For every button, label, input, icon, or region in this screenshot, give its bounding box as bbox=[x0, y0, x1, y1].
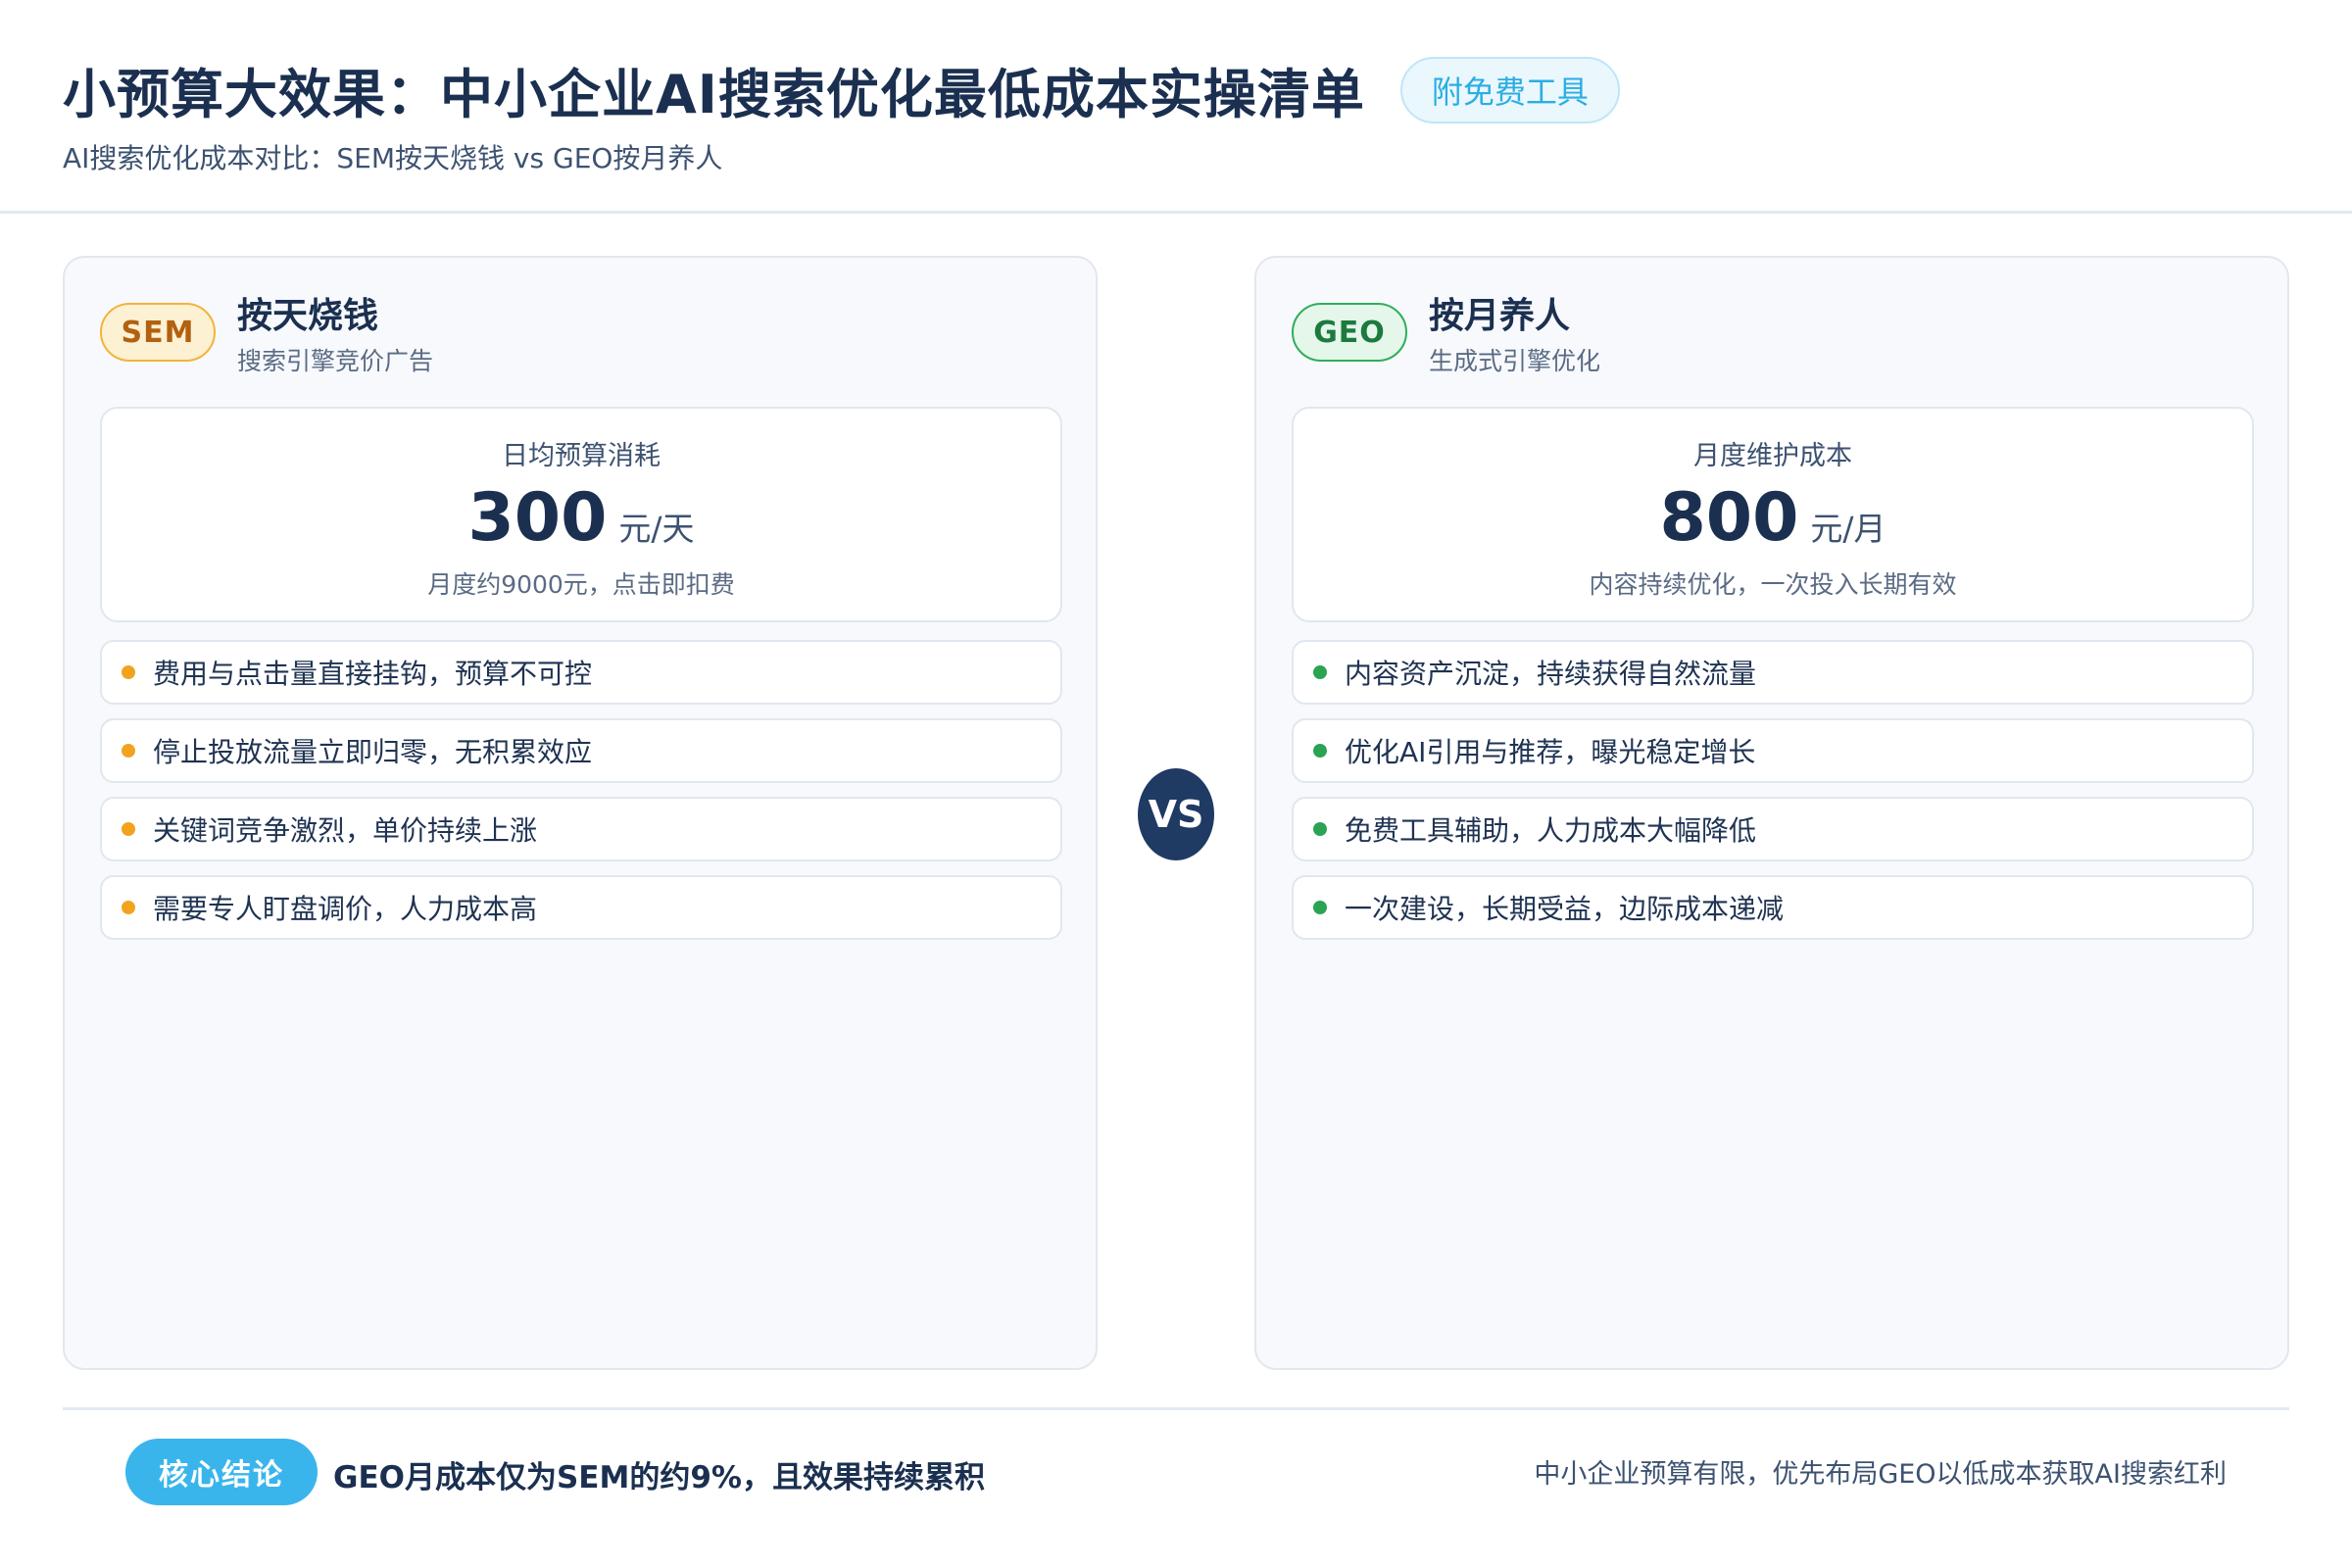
sem-item-list: 费用与点击量直接挂钩，预算不可控 停止投放流量立即归零，无积累效应 关键词竞争激… bbox=[100, 640, 1062, 954]
list-item-text: 关键词竞争激烈，单价持续上涨 bbox=[153, 814, 538, 847]
list-item-text: 免费工具辅助，人力成本大幅降低 bbox=[1345, 814, 1757, 847]
bullet-dot-icon bbox=[122, 822, 135, 836]
list-item: 关键词竞争激烈，单价持续上涨 bbox=[100, 797, 1062, 861]
geo-cost-note: 内容持续优化，一次投入长期有效 bbox=[1589, 570, 1957, 599]
list-item-text: 需要专人盯盘调价，人力成本高 bbox=[153, 893, 538, 925]
sem-cost-note: 月度约9000元，点击即扣费 bbox=[427, 570, 735, 599]
sem-cost-row: 300 元/天 bbox=[102, 479, 1060, 557]
conclusion-badge: 核心结论 bbox=[125, 1439, 318, 1505]
header: 小预算大效果：中小企业AI搜索优化最低成本实操清单 附免费工具 AI搜索优化成本… bbox=[0, 0, 2352, 214]
list-item: 停止投放流量立即归零，无积累效应 bbox=[100, 718, 1062, 783]
free-tools-badge: 附免费工具 bbox=[1399, 56, 1620, 123]
sem-tag: SEM bbox=[100, 303, 216, 362]
sem-panel-subtitle: 搜索引擎竞价广告 bbox=[237, 347, 434, 375]
geo-tag: GEO bbox=[1292, 303, 1407, 362]
footer-note: 中小企业预算有限，优先布局GEO以低成本获取AI搜索红利 bbox=[1534, 1459, 2227, 1490]
list-item-text: 内容资产沉淀，持续获得自然流量 bbox=[1345, 658, 1757, 690]
geo-item-list: 内容资产沉淀，持续获得自然流量 优化AI引用与推荐，曝光稳定增长 免费工具辅助，… bbox=[1292, 640, 2254, 954]
sem-cost-unit: 元/天 bbox=[618, 510, 695, 548]
geo-panel-subtitle: 生成式引擎优化 bbox=[1429, 347, 1601, 375]
conclusion-text: GEO月成本仅为SEM的约9%，且效果持续累积 bbox=[333, 1460, 985, 1495]
list-item-text: 优化AI引用与推荐，曝光稳定增长 bbox=[1345, 736, 1756, 768]
list-item: 优化AI引用与推荐，曝光稳定增长 bbox=[1292, 718, 2254, 783]
list-item: 免费工具辅助，人力成本大幅降低 bbox=[1292, 797, 2254, 861]
list-item-text: 停止投放流量立即归零，无积累效应 bbox=[153, 736, 593, 768]
list-item-text: 费用与点击量直接挂钩，预算不可控 bbox=[153, 658, 593, 690]
sem-cost-value: 300 bbox=[467, 479, 608, 557]
geo-cost-value: 800 bbox=[1659, 479, 1799, 557]
title-row: 小预算大效果：中小企业AI搜索优化最低成本实操清单 附免费工具 bbox=[63, 51, 1620, 128]
sem-panel-title: 按天烧钱 bbox=[237, 296, 379, 336]
list-item-text: 一次建设，长期受益，边际成本递减 bbox=[1345, 893, 1785, 925]
page-title: 小预算大效果：中小企业AI搜索优化最低成本实操清单 bbox=[63, 64, 1365, 125]
geo-cost-card: 月度维护成本 800 元/月 内容持续优化，一次投入长期有效 bbox=[1292, 407, 2254, 622]
list-item: 费用与点击量直接挂钩，预算不可控 bbox=[100, 640, 1062, 705]
bullet-dot-icon bbox=[122, 901, 135, 914]
page-subtitle: AI搜索优化成本对比：SEM按天烧钱 vs GEO按月养人 bbox=[63, 142, 723, 174]
geo-cost-label: 月度维护成本 bbox=[1693, 441, 1852, 471]
sem-panel: SEM 按天烧钱 搜索引擎竞价广告 日均预算消耗 300 元/天 月度约9000… bbox=[63, 256, 1098, 1370]
geo-panel: GEO 按月养人 生成式引擎优化 月度维护成本 800 元/月 内容持续优化，一… bbox=[1254, 256, 2289, 1370]
bullet-dot-icon bbox=[122, 744, 135, 758]
list-item: 需要专人盯盘调价，人力成本高 bbox=[100, 875, 1062, 940]
bullet-dot-icon bbox=[122, 665, 135, 679]
geo-panel-title: 按月养人 bbox=[1429, 296, 1571, 336]
vs-badge: VS bbox=[1138, 768, 1214, 860]
bullet-dot-icon bbox=[1313, 901, 1327, 914]
bullet-dot-icon bbox=[1313, 822, 1327, 836]
footer-divider bbox=[63, 1407, 2289, 1410]
sem-cost-card: 日均预算消耗 300 元/天 月度约9000元，点击即扣费 bbox=[100, 407, 1062, 622]
geo-cost-unit: 元/月 bbox=[1810, 510, 1886, 548]
sem-cost-label: 日均预算消耗 bbox=[502, 441, 661, 471]
list-item: 一次建设，长期受益，边际成本递减 bbox=[1292, 875, 2254, 940]
bullet-dot-icon bbox=[1313, 744, 1327, 758]
bullet-dot-icon bbox=[1313, 665, 1327, 679]
list-item: 内容资产沉淀，持续获得自然流量 bbox=[1292, 640, 2254, 705]
geo-cost-row: 800 元/月 bbox=[1294, 479, 2252, 557]
